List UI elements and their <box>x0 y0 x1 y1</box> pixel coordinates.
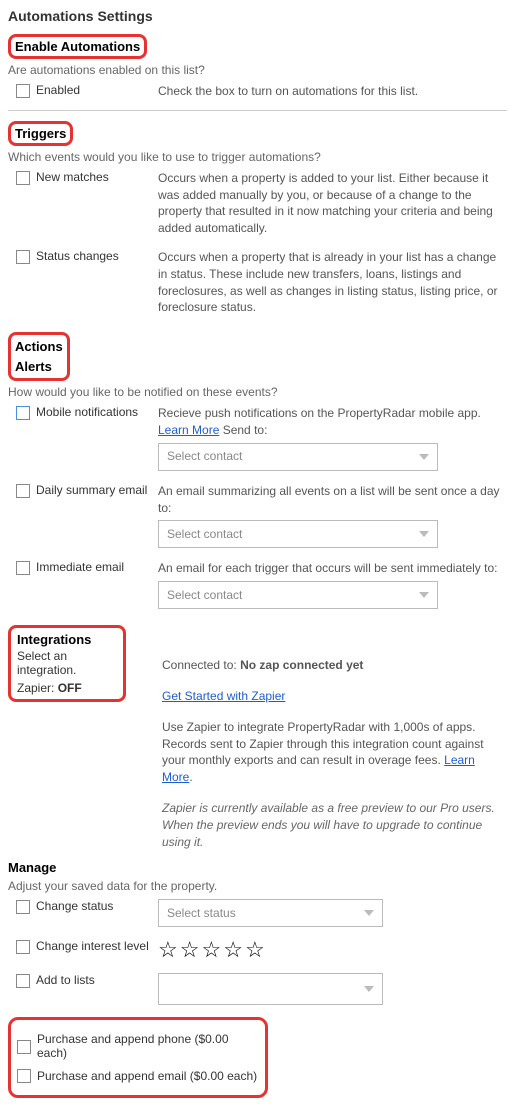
alerts-heading: Alerts <box>15 359 52 374</box>
star-icon[interactable]: ☆ <box>158 939 178 961</box>
purchase-email-label: Purchase and append email ($0.00 each) <box>37 1069 257 1083</box>
change-interest-checkbox[interactable] <box>16 940 30 954</box>
star-icon[interactable]: ☆ <box>180 939 200 961</box>
change-status-checkbox[interactable] <box>16 900 30 914</box>
mobile-contact-placeholder: Select contact <box>167 448 242 465</box>
enabled-checkbox[interactable] <box>16 84 30 98</box>
daily-email-label: Daily summary email <box>36 483 147 497</box>
immediate-email-checkbox[interactable] <box>16 561 30 575</box>
enable-automations-section: Enable Automations Are automations enabl… <box>8 34 507 111</box>
star-icon[interactable]: ☆ <box>245 939 265 961</box>
manage-desc: Adjust your saved data for the property. <box>8 879 507 893</box>
chevron-down-icon <box>419 592 429 598</box>
enable-automations-highlight: Enable Automations <box>8 34 147 59</box>
chevron-down-icon <box>419 454 429 460</box>
daily-email-text: An email summarizing all events on a lis… <box>158 484 500 515</box>
zapier-state: OFF <box>58 681 82 695</box>
chevron-down-icon <box>364 910 374 916</box>
add-to-lists-select[interactable] <box>158 973 383 1005</box>
integrations-heading: Integrations <box>17 632 117 647</box>
chevron-down-icon <box>419 531 429 537</box>
status-changes-text: Occurs when a property that is already i… <box>158 249 507 316</box>
actions-section: Actions Alerts How would you like to be … <box>8 332 507 615</box>
integrations-highlight: Integrations Select an integration. Zapi… <box>8 625 126 702</box>
connected-to-value: No zap connected yet <box>240 658 363 672</box>
change-status-label: Change status <box>36 899 113 913</box>
immediate-email-text: An email for each trigger that occurs wi… <box>158 561 497 575</box>
immediate-contact-placeholder: Select contact <box>167 587 242 604</box>
add-to-lists-label: Add to lists <box>36 973 95 987</box>
enabled-help-text: Check the box to turn on automations for… <box>158 83 507 100</box>
add-to-lists-checkbox[interactable] <box>16 974 30 988</box>
mobile-notifications-checkbox[interactable] <box>16 406 30 420</box>
enable-automations-desc: Are automations enabled on this list? <box>8 63 507 77</box>
triggers-desc: Which events would you like to use to tr… <box>8 150 507 164</box>
page-title: Automations Settings <box>8 8 507 24</box>
purchase-phone-label: Purchase and append phone ($0.00 each) <box>37 1032 259 1060</box>
interest-stars[interactable]: ☆ ☆ ☆ ☆ ☆ <box>158 939 507 961</box>
purchase-email-checkbox[interactable] <box>17 1069 31 1083</box>
zapier-body-text: Use Zapier to integrate PropertyRadar wi… <box>162 719 507 786</box>
triggers-heading: Triggers <box>15 126 66 141</box>
change-interest-label: Change interest level <box>36 939 149 953</box>
immediate-contact-select[interactable]: Select contact <box>158 581 438 609</box>
integrations-sub: Select an integration. <box>17 649 117 677</box>
mobile-learn-more-link[interactable]: Learn More <box>158 423 219 437</box>
status-changes-checkbox[interactable] <box>16 250 30 264</box>
manage-section: Manage Adjust your saved data for the pr… <box>8 860 507 1098</box>
actions-desc: How would you like to be notified on the… <box>8 385 507 399</box>
new-matches-label: New matches <box>36 170 109 184</box>
triggers-section: Triggers Which events would you like to … <box>8 121 507 322</box>
daily-contact-placeholder: Select contact <box>167 526 242 543</box>
divider <box>8 110 507 111</box>
mobile-notifications-text: Recieve push notifications on the Proper… <box>158 406 481 437</box>
actions-highlight: Actions Alerts <box>8 332 70 381</box>
mobile-notifications-label: Mobile notifications <box>36 405 138 419</box>
new-matches-checkbox[interactable] <box>16 171 30 185</box>
actions-heading: Actions <box>15 339 63 354</box>
purchase-phone-checkbox[interactable] <box>17 1040 31 1054</box>
chevron-down-icon <box>364 986 374 992</box>
status-changes-label: Status changes <box>36 249 119 263</box>
change-status-placeholder: Select status <box>167 905 236 922</box>
enable-automations-heading: Enable Automations <box>15 39 140 54</box>
get-started-zapier-link[interactable]: Get Started with Zapier <box>162 689 285 703</box>
manage-heading: Manage <box>8 860 507 875</box>
integrations-section: Integrations Select an integration. Zapi… <box>8 625 507 850</box>
mobile-contact-select[interactable]: Select contact <box>158 443 438 471</box>
star-icon[interactable]: ☆ <box>201 939 221 961</box>
connected-to-label: Connected to: <box>162 658 240 672</box>
new-matches-text: Occurs when a property is added to your … <box>158 170 507 237</box>
triggers-highlight: Triggers <box>8 121 73 146</box>
purchase-highlight: Purchase and append phone ($0.00 each) P… <box>8 1017 268 1098</box>
zapier-preview-note: Zapier is currently available as a free … <box>162 800 507 850</box>
change-status-select[interactable]: Select status <box>158 899 383 927</box>
enabled-label: Enabled <box>36 83 80 97</box>
star-icon[interactable]: ☆ <box>223 939 243 961</box>
daily-email-checkbox[interactable] <box>16 484 30 498</box>
immediate-email-label: Immediate email <box>36 560 124 574</box>
zapier-label: Zapier: <box>17 681 58 695</box>
daily-contact-select[interactable]: Select contact <box>158 520 438 548</box>
